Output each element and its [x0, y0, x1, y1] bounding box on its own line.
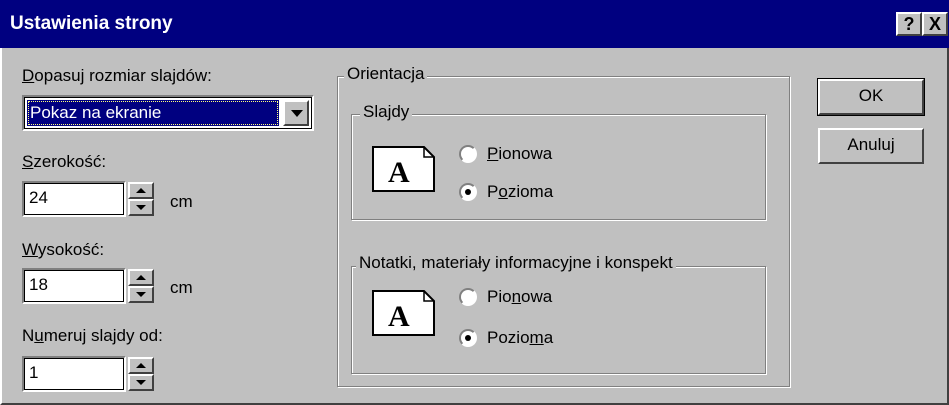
height-input[interactable]: 18: [22, 268, 126, 304]
notes-portrait-label[interactable]: Pionowa: [487, 287, 552, 307]
spin-down-icon[interactable]: [128, 286, 154, 303]
chevron-down-icon[interactable]: [283, 100, 309, 126]
width-spinner[interactable]: [128, 182, 154, 216]
slides-landscape-label[interactable]: Pozioma: [487, 182, 553, 202]
landscape-page-icon: A: [372, 146, 435, 192]
close-button[interactable]: X: [922, 12, 948, 36]
numbering-label: Numeruj slajdy od:: [22, 326, 163, 345]
size-label: Dopasuj rozmiar slajdów:: [22, 66, 212, 85]
spin-up-icon[interactable]: [128, 357, 154, 374]
cancel-button[interactable]: Anuluj: [818, 128, 924, 164]
spin-down-icon[interactable]: [128, 199, 154, 216]
svg-text:A: A: [388, 156, 410, 189]
ok-button[interactable]: OK: [817, 78, 925, 116]
width-input[interactable]: 24: [22, 181, 126, 217]
spin-up-icon[interactable]: [128, 269, 154, 286]
slides-portrait-radio[interactable]: [459, 145, 477, 163]
help-button[interactable]: ?: [896, 12, 922, 36]
spin-up-icon[interactable]: [128, 182, 154, 199]
notes-landscape-radio[interactable]: [459, 329, 477, 347]
spin-down-icon[interactable]: [128, 374, 154, 391]
slides-portrait-label[interactable]: Pionowa: [487, 144, 552, 164]
width-label: Szerokość:: [22, 152, 107, 171]
window-title: Ustawienia strony: [10, 13, 173, 34]
notes-landscape-label[interactable]: Pozioma: [487, 328, 553, 348]
start-number-input[interactable]: 1: [22, 356, 126, 392]
notes-portrait-radio[interactable]: [459, 288, 477, 306]
slide-size-dropdown[interactable]: Pokaz na ekranie: [22, 95, 314, 131]
orientation-title: Orientacja: [344, 64, 428, 84]
slides-title: Slajdy: [360, 102, 413, 122]
notes-title: Notatki, materiały informacyjne i konspe…: [356, 253, 676, 273]
height-label: Wysokość:: [22, 240, 105, 259]
title-bar[interactable]: Ustawienia strony ? X: [0, 0, 949, 48]
start-number-spinner[interactable]: [128, 357, 154, 391]
landscape-page-icon: A: [372, 290, 435, 336]
slide-size-selected: Pokaz na ekranie: [27, 100, 279, 126]
height-unit: cm: [170, 278, 193, 297]
svg-text:A: A: [388, 300, 410, 333]
width-unit: cm: [170, 192, 193, 211]
height-spinner[interactable]: [128, 269, 154, 303]
slides-landscape-radio[interactable]: [459, 183, 477, 201]
